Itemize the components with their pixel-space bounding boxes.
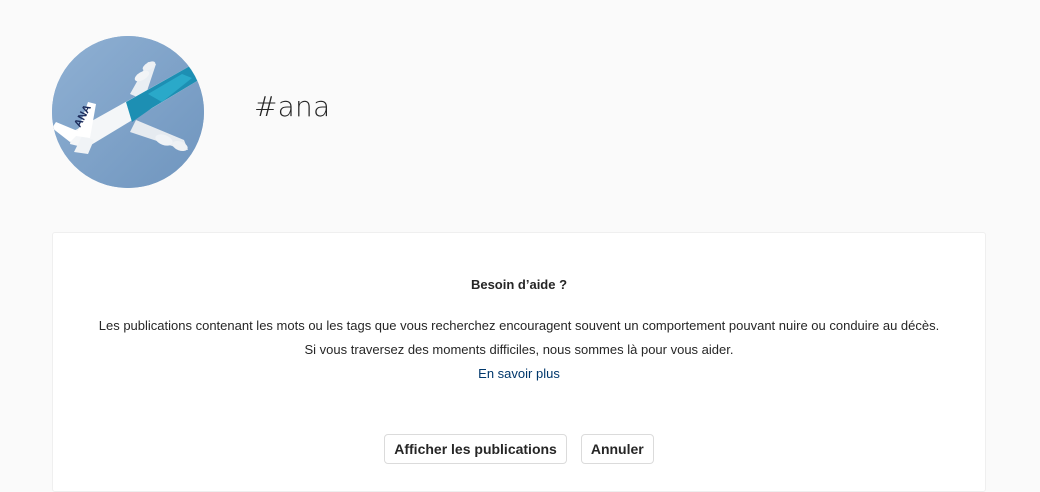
notice-description: Les publications contenant les mots ou l… [98, 318, 940, 333]
notice-body: Les publications contenant les mots ou l… [93, 314, 945, 386]
hashtag-title: #ana [254, 90, 331, 123]
hashtag-avatar[interactable]: ANA [52, 36, 204, 188]
cancel-button[interactable]: Annuler [580, 434, 654, 464]
sensitive-content-notice: Besoin d’aide ? Les publications contena… [52, 232, 986, 492]
hashtag-header: ANA #ana [0, 0, 1040, 200]
airplane-image: ANA [52, 36, 204, 188]
notice-support-text: Si vous traversez des moments difficiles… [304, 342, 734, 357]
notice-actions: Afficher les publications Annuler [53, 434, 985, 464]
notice-title: Besoin d’aide ? [470, 277, 568, 292]
show-posts-button[interactable]: Afficher les publications [384, 434, 567, 464]
learn-more-link[interactable]: En savoir plus [478, 366, 560, 381]
